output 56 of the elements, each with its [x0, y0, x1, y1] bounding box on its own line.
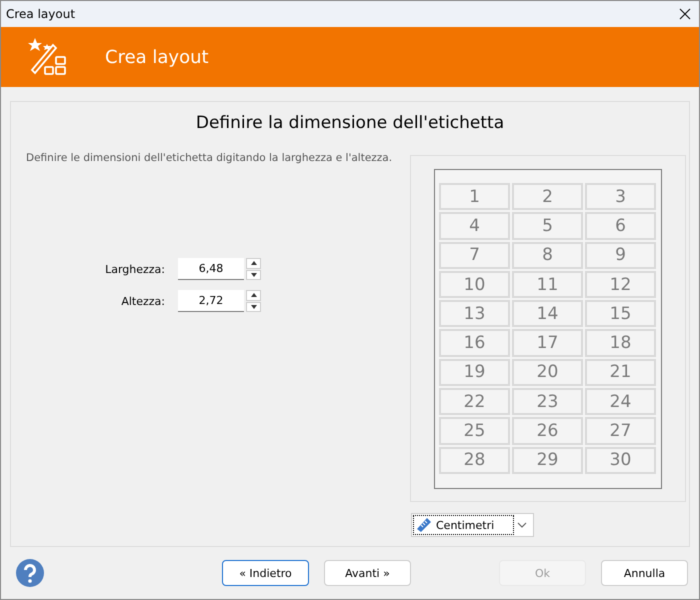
label-cell: 17: [512, 329, 583, 357]
number-field[interactable]: 2,72: [178, 290, 244, 312]
label-cell: 22: [439, 388, 510, 416]
magic-wand-icon: [27, 37, 67, 77]
dialog-button[interactable]: « Indietro: [222, 560, 309, 586]
label-cell: 7: [439, 242, 510, 269]
label-cell: 30: [585, 446, 656, 474]
dialog-button[interactable]: Annulla: [601, 560, 688, 586]
label-cell: 1: [439, 183, 510, 210]
label-cell: 21: [585, 358, 656, 386]
label-cell: 3: [585, 183, 656, 210]
unit-dropdown[interactable]: Centimetri: [411, 513, 534, 537]
label-cell: 2: [512, 183, 583, 210]
label-cell: 20: [512, 358, 583, 386]
label-cell: 16: [439, 329, 510, 357]
field-label: Altezza:: [120, 294, 166, 308]
triangle-down-icon: [250, 304, 256, 309]
ruler-icon: [416, 517, 432, 533]
spin-up-button[interactable]: [246, 258, 261, 268]
label-cell: 26: [512, 417, 583, 445]
label-cell: 19: [439, 358, 510, 386]
spin-down-button[interactable]: [246, 270, 261, 280]
triangle-up-icon: [250, 261, 256, 266]
field-label: Larghezza:: [104, 262, 166, 276]
number-field[interactable]: 6,48: [178, 258, 244, 280]
dialog-button[interactable]: Avanti »: [324, 560, 411, 586]
label-cell: 25: [439, 417, 510, 445]
spin-up-button[interactable]: [246, 290, 261, 300]
label-cell: 6: [585, 212, 656, 240]
label-cell: 18: [585, 329, 656, 357]
header-title: Crea layout: [105, 46, 209, 68]
label-cell: 9: [585, 242, 656, 269]
window-title: Crea layout: [6, 7, 76, 21]
label-cell: 24: [585, 388, 656, 416]
spin-down-button[interactable]: [246, 302, 261, 312]
label-cell: 13: [439, 300, 510, 328]
label-cell: 12: [585, 270, 656, 298]
label-cell: 11: [512, 270, 583, 298]
chevron-down-icon: [517, 522, 527, 528]
label-cell: 15: [585, 300, 656, 328]
label-cell: 23: [512, 388, 583, 416]
label-cell: 5: [512, 212, 583, 240]
triangle-down-icon: [250, 272, 256, 277]
triangle-up-icon: [250, 293, 256, 298]
label-cell: 8: [512, 242, 583, 269]
page-heading: Definire la dimensione dell'etichetta: [194, 112, 506, 135]
label-cell: 29: [512, 446, 583, 474]
dropdown-value: Centimetri: [436, 518, 494, 532]
help-icon[interactable]: [16, 559, 44, 587]
label-cell: 10: [439, 270, 510, 298]
label-cell: 4: [439, 212, 510, 240]
label-cell: 27: [585, 417, 656, 445]
label-cell: 14: [512, 300, 583, 328]
close-icon[interactable]: [679, 8, 691, 20]
description: Definire le dimensioni dell'etichetta digitando la larghezza e l'altezza.: [26, 152, 394, 164]
label-cell: 28: [439, 446, 510, 474]
